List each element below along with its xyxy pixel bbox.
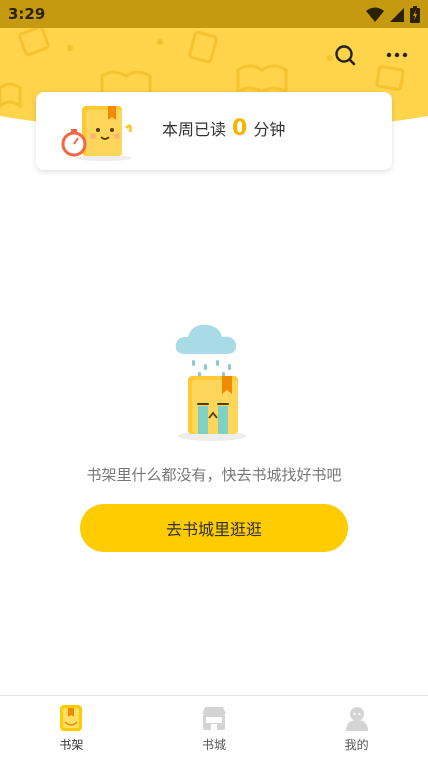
bookshelf-icon: [60, 705, 83, 731]
empty-bookshelf-message: 书架里什么都没有，快去书城找好书吧: [86, 466, 342, 484]
weekly-reading-card[interactable]: 本周已读 0 分钟: [36, 92, 392, 170]
status-icons: [366, 6, 420, 23]
nav-label-bookshelf: 书架: [59, 738, 84, 752]
weekly-reading-minutes: 0: [232, 116, 248, 141]
header-actions: [332, 42, 410, 68]
cell-signal-icon: [390, 7, 404, 22]
profile-icon: [345, 707, 368, 731]
crying-book-rain-icon: [175, 324, 246, 441]
search-icon[interactable]: [332, 42, 358, 68]
go-to-bookstore-button[interactable]: 去书城里逛逛: [80, 504, 348, 552]
book-mascot-timer-icon: [61, 106, 132, 161]
weekly-reading-prefix: 本周已读: [162, 120, 227, 139]
nav-label-bookstore: 书城: [202, 738, 227, 752]
status-bar: 3:29: [0, 0, 428, 28]
nav-label-profile: 我的: [344, 738, 369, 752]
bookstore-icon: [202, 707, 226, 730]
wifi-icon: [366, 7, 384, 22]
battery-icon: [410, 6, 420, 23]
nav-item-profile[interactable]: 我的: [285, 696, 428, 760]
weekly-reading-summary: 本周已读 0 分钟: [162, 116, 285, 141]
bottom-navigation: 书架 书城 我的: [0, 695, 428, 760]
more-icon[interactable]: [384, 42, 410, 68]
weekly-reading-unit: 分钟: [253, 120, 286, 139]
nav-item-bookstore[interactable]: 书城: [143, 696, 286, 760]
nav-item-bookshelf[interactable]: 书架: [0, 696, 143, 760]
status-time: 3:29: [8, 5, 46, 23]
